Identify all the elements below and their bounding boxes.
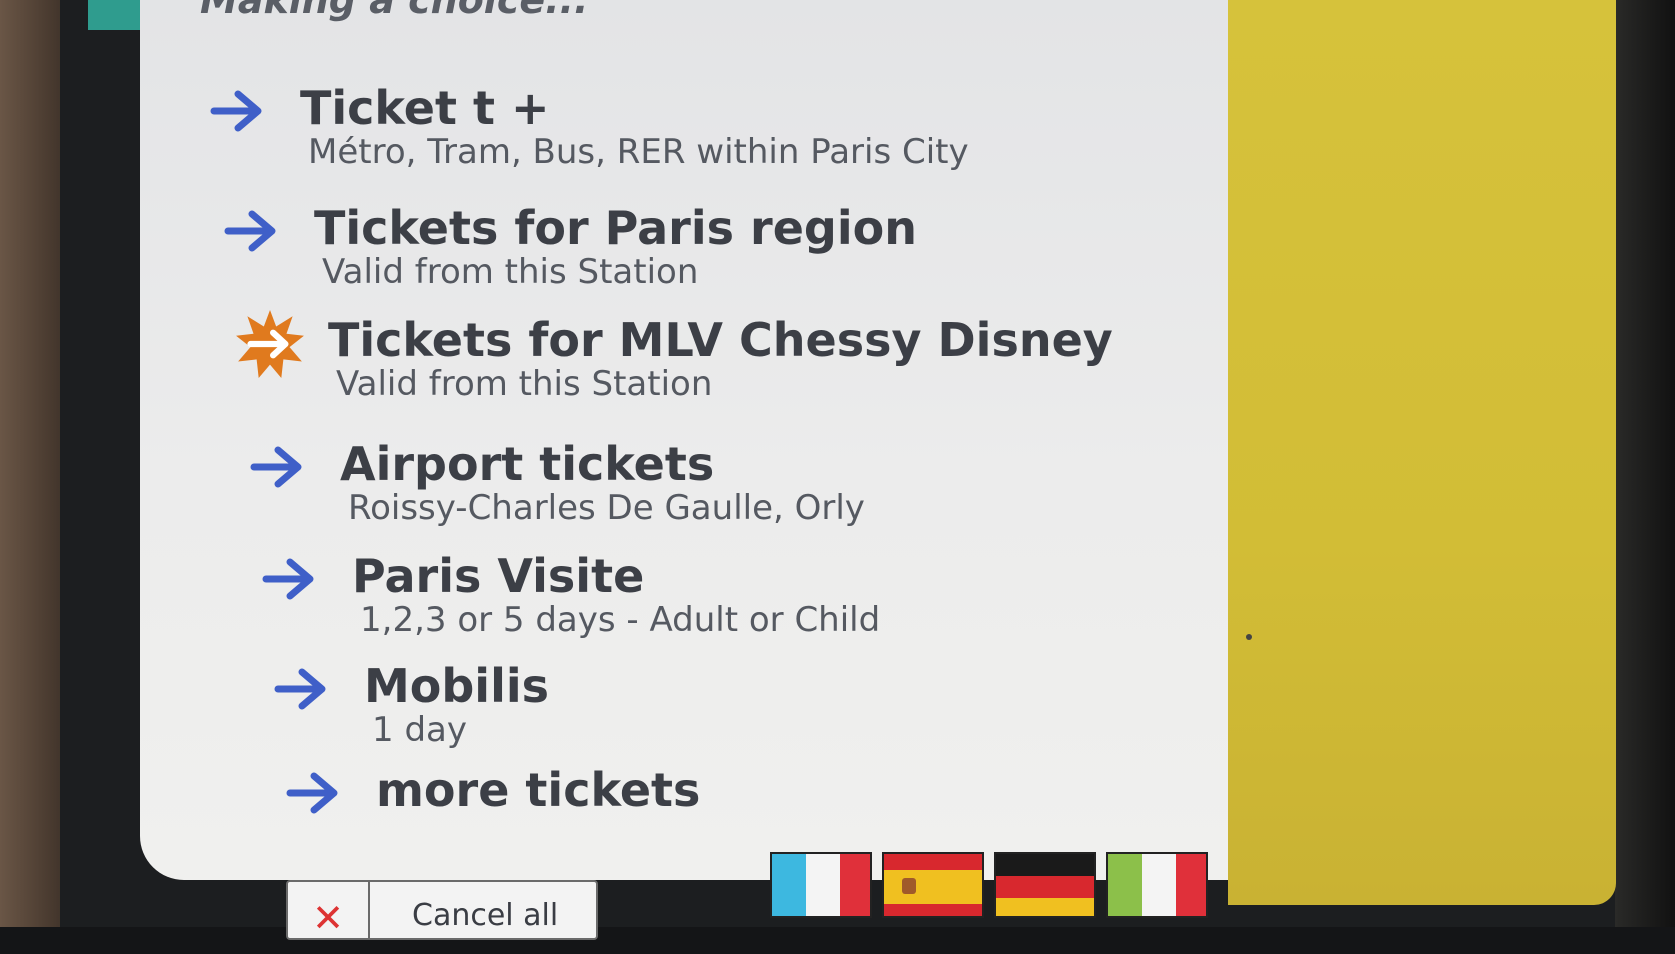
arrow-right-icon bbox=[274, 668, 326, 710]
menu-item-title: Paris Visite bbox=[352, 549, 645, 603]
yellow-side-panel bbox=[1228, 0, 1616, 905]
kiosk-casing-right bbox=[1615, 0, 1675, 927]
menu-item-subtitle: Valid from this Station bbox=[322, 252, 699, 292]
cancel-all-label: Cancel all bbox=[412, 898, 559, 933]
french-flag[interactable] bbox=[770, 852, 872, 918]
arrow-right-icon bbox=[286, 772, 338, 814]
menu-item-subtitle: Roissy-Charles De Gaulle, Orly bbox=[348, 488, 865, 528]
italian-flag[interactable] bbox=[1106, 852, 1208, 918]
menu-item-title: more tickets bbox=[376, 763, 701, 817]
menu-item-title: Tickets for MLV Chessy Disney bbox=[328, 313, 1113, 367]
page-title: Making a choice... bbox=[200, 0, 589, 22]
spanish-flag[interactable] bbox=[882, 852, 984, 918]
language-selector bbox=[770, 852, 1220, 922]
arrow-right-icon bbox=[224, 210, 276, 252]
arrow-right-icon bbox=[262, 558, 314, 600]
menu-item-title: Tickets for Paris region bbox=[314, 201, 917, 255]
arrow-right-icon bbox=[210, 90, 262, 132]
cancel-all-button[interactable]: ✕ Cancel all bbox=[286, 880, 598, 940]
screen-speck bbox=[1246, 634, 1252, 640]
teal-corner-accent bbox=[88, 0, 140, 30]
menu-item-subtitle: Valid from this Station bbox=[336, 364, 713, 404]
menu-item-subtitle: 1,2,3 or 5 days - Adult or Child bbox=[360, 600, 881, 640]
german-flag[interactable] bbox=[994, 852, 1096, 918]
menu-item-title: Airport tickets bbox=[340, 437, 715, 491]
menu-item-subtitle: 1 day bbox=[372, 710, 467, 750]
menu-item-title: Mobilis bbox=[364, 659, 549, 713]
starburst-arrow-icon bbox=[236, 310, 304, 378]
close-icon: ✕ bbox=[288, 882, 370, 940]
menu-item-title: Ticket t + bbox=[300, 81, 550, 135]
arrow-right-icon bbox=[250, 446, 302, 488]
menu-item-subtitle: Métro, Tram, Bus, RER within Paris City bbox=[308, 132, 969, 172]
